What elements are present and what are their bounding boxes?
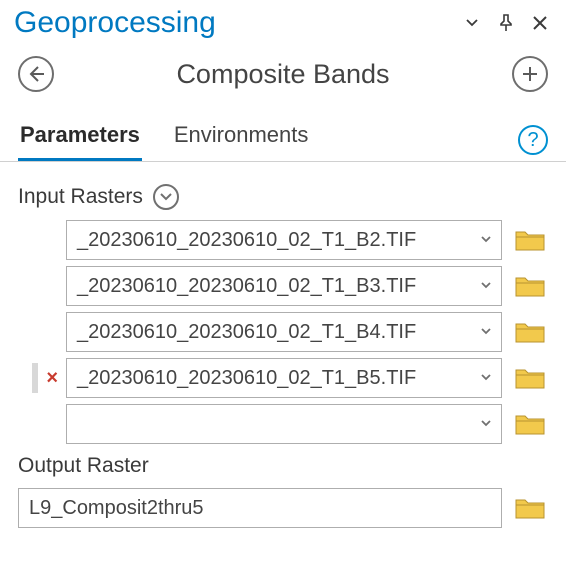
- input-raster-row: _20230610_20230610_02_T1_B3.TIF: [18, 266, 548, 306]
- browse-button[interactable]: [512, 363, 548, 393]
- input-raster-value: _20230610_20230610_02_T1_B4.TIF: [67, 321, 471, 344]
- output-raster-label: Output Raster: [18, 454, 149, 478]
- input-raster-value: _20230610_20230610_02_T1_B5.TIF: [67, 367, 471, 390]
- browse-button[interactable]: [512, 317, 548, 347]
- close-icon[interactable]: [528, 11, 552, 35]
- browse-output-button[interactable]: [512, 493, 548, 523]
- browse-button[interactable]: [512, 271, 548, 301]
- back-button[interactable]: [18, 56, 54, 92]
- output-raster-value: L9_Composit2thru5: [29, 497, 204, 520]
- chevron-down-icon[interactable]: [471, 280, 501, 292]
- input-raster-row: × _20230610_20230610_02_T1_B5.TIF: [18, 358, 548, 398]
- input-raster-row: _20230610_20230610_02_T1_B4.TIF: [18, 312, 548, 352]
- chevron-down-icon[interactable]: [471, 234, 501, 246]
- drag-handle[interactable]: [32, 363, 38, 393]
- input-raster-combo[interactable]: _20230610_20230610_02_T1_B2.TIF: [66, 220, 502, 260]
- tool-title: Composite Bands: [54, 59, 512, 90]
- browse-button[interactable]: [512, 409, 548, 439]
- input-raster-row: [18, 404, 548, 444]
- chevron-down-icon[interactable]: [471, 326, 501, 338]
- input-raster-combo[interactable]: _20230610_20230610_02_T1_B4.TIF: [66, 312, 502, 352]
- input-raster-combo[interactable]: [66, 404, 502, 444]
- input-raster-combo[interactable]: _20230610_20230610_02_T1_B3.TIF: [66, 266, 502, 306]
- input-raster-value: _20230610_20230610_02_T1_B2.TIF: [67, 229, 471, 252]
- browse-button[interactable]: [512, 225, 548, 255]
- input-raster-combo[interactable]: _20230610_20230610_02_T1_B5.TIF: [66, 358, 502, 398]
- help-button[interactable]: ?: [518, 125, 548, 155]
- remove-row-button[interactable]: ×: [46, 367, 58, 390]
- add-favorite-button[interactable]: [512, 56, 548, 92]
- pane-title: Geoprocessing: [14, 6, 450, 40]
- input-raster-value: _20230610_20230610_02_T1_B3.TIF: [67, 275, 471, 298]
- tab-parameters[interactable]: Parameters: [18, 116, 142, 161]
- chevron-down-icon[interactable]: [153, 184, 179, 210]
- menu-dropdown-icon[interactable]: [460, 11, 484, 35]
- tab-environments[interactable]: Environments: [172, 116, 311, 161]
- chevron-down-icon[interactable]: [471, 418, 501, 430]
- input-raster-row: _20230610_20230610_02_T1_B2.TIF: [18, 220, 548, 260]
- output-raster-input[interactable]: L9_Composit2thru5: [18, 488, 502, 528]
- chevron-down-icon[interactable]: [471, 372, 501, 384]
- pin-icon[interactable]: [494, 11, 518, 35]
- input-rasters-label: Input Rasters: [18, 185, 143, 209]
